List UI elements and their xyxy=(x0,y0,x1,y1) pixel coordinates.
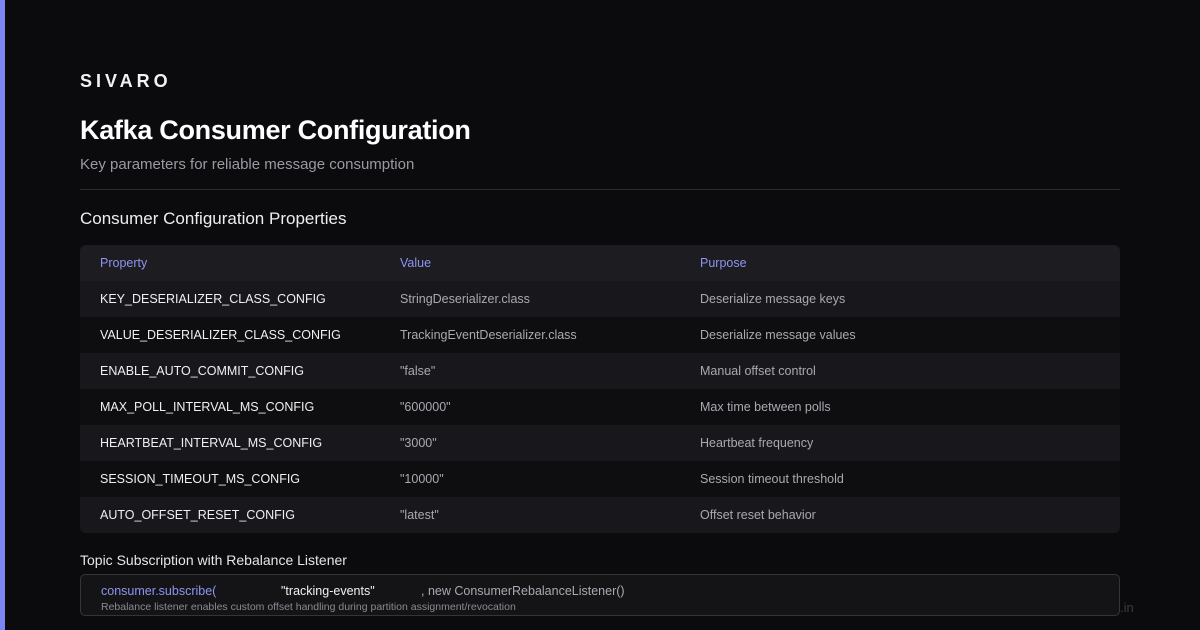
accent-bar xyxy=(0,0,5,630)
code-note: Rebalance listener enables custom offset… xyxy=(101,601,516,613)
value-cell: "10000" xyxy=(400,472,444,486)
purpose-cell: Heartbeat frequency xyxy=(700,436,814,450)
purpose-cell: Manual offset control xyxy=(700,364,816,378)
table-row: VALUE_DESERIALIZER_CLASS_CONFIG Tracking… xyxy=(80,317,1120,353)
value-cell: "latest" xyxy=(400,508,439,522)
divider xyxy=(80,189,1120,190)
watermark: .in xyxy=(1120,600,1134,615)
column-header-value: Value xyxy=(400,256,432,270)
table-row: ENABLE_AUTO_COMMIT_CONFIG "false" Manual… xyxy=(80,353,1120,389)
property-cell: AUTO_OFFSET_RESET_CONFIG xyxy=(100,508,295,522)
column-header-purpose: Purpose xyxy=(700,256,747,270)
property-cell: SESSION_TIMEOUT_MS_CONFIG xyxy=(100,472,301,486)
value-cell: "600000" xyxy=(400,400,451,414)
value-cell: TrackingEventDeserializer.class xyxy=(400,328,577,342)
value-cell: StringDeserializer.class xyxy=(400,292,530,306)
value-cell: "3000" xyxy=(400,436,437,450)
brand-logo: SIVARO xyxy=(80,71,172,91)
purpose-cell: Deserialize message keys xyxy=(700,292,846,306)
property-cell: HEARTBEAT_INTERVAL_MS_CONFIG xyxy=(100,436,323,450)
config-table: Property Value Purpose KEY_DESERIALIZER_… xyxy=(80,245,1120,533)
property-cell: VALUE_DESERIALIZER_CLASS_CONFIG xyxy=(100,328,341,342)
table-header: Property Value Purpose xyxy=(80,245,1120,281)
section-title: Consumer Configuration Properties xyxy=(80,209,347,228)
purpose-cell: Deserialize message values xyxy=(700,328,856,342)
table-row: KEY_DESERIALIZER_CLASS_CONFIG StringDese… xyxy=(80,281,1120,317)
purpose-cell: Session timeout threshold xyxy=(700,472,844,486)
code-string-arg: "tracking-events" xyxy=(281,584,375,598)
table-row: SESSION_TIMEOUT_MS_CONFIG "10000" Sessio… xyxy=(80,461,1120,497)
property-cell: ENABLE_AUTO_COMMIT_CONFIG xyxy=(100,364,304,378)
page-title: Kafka Consumer Configuration xyxy=(80,115,471,145)
code-function: consumer.subscribe( xyxy=(101,584,217,598)
purpose-cell: Max time between polls xyxy=(700,400,831,414)
purpose-cell: Offset reset behavior xyxy=(700,508,816,522)
code-block: consumer.subscribe( "tracking-events" , … xyxy=(80,574,1120,616)
table-row: MAX_POLL_INTERVAL_MS_CONFIG "600000" Max… xyxy=(80,389,1120,425)
table-row: HEARTBEAT_INTERVAL_MS_CONFIG "3000" Hear… xyxy=(80,425,1120,461)
value-cell: "false" xyxy=(400,364,436,378)
property-cell: KEY_DESERIALIZER_CLASS_CONFIG xyxy=(100,292,326,306)
table-row: AUTO_OFFSET_RESET_CONFIG "latest" Offset… xyxy=(80,497,1120,533)
code-section-title: Topic Subscription with Rebalance Listen… xyxy=(80,552,347,568)
code-rest: , new ConsumerRebalanceListener() xyxy=(421,584,625,598)
code-line: consumer.subscribe( "tracking-events" , … xyxy=(101,584,625,598)
page-subtitle: Key parameters for reliable message cons… xyxy=(80,156,415,173)
property-cell: MAX_POLL_INTERVAL_MS_CONFIG xyxy=(100,400,315,414)
column-header-property: Property xyxy=(100,256,148,270)
